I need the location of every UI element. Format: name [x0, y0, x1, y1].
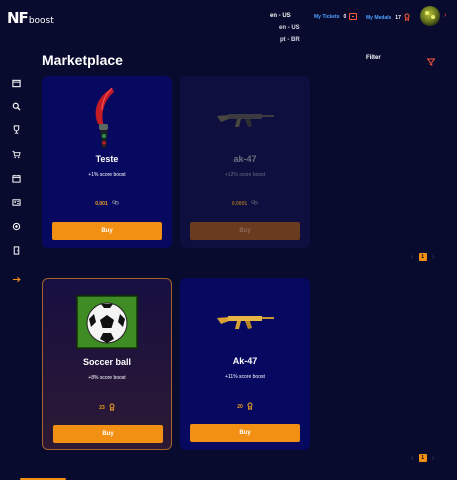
page-title: Marketplace	[42, 52, 123, 68]
link-icon	[111, 200, 119, 207]
pager-prev[interactable]: ‹	[411, 453, 414, 462]
language-option-pt[interactable]: pt - BR	[280, 37, 300, 43]
tickets-label: My Tickets	[314, 13, 340, 20]
product-image	[180, 86, 310, 152]
link-icon	[251, 200, 258, 207]
product-card-teste[interactable]: Teste +1% score boost 0.001 Buy	[42, 76, 172, 248]
calendar-icon[interactable]	[11, 173, 21, 183]
medals-label: My Medals	[366, 15, 392, 21]
user-menu-caret[interactable]: ›	[444, 12, 446, 19]
my-medals[interactable]: My Medals 17	[366, 13, 410, 23]
cart-icon[interactable]	[11, 149, 21, 159]
product-name: ak-47	[233, 154, 257, 164]
product-card-ak47[interactable]: ak-47 +12% score boost 0.0001 Buy	[180, 76, 310, 248]
my-tickets[interactable]: My Tickets 0	[314, 13, 358, 20]
door-icon[interactable]	[11, 245, 21, 255]
knife-icon	[95, 87, 114, 148]
price-value: 0.0001	[231, 200, 248, 207]
product-price: 20	[180, 402, 310, 412]
rifle-icon	[217, 114, 274, 127]
buy-button[interactable]: Buy	[53, 425, 163, 443]
language-option-en[interactable]: en - US	[279, 25, 300, 31]
product-price: 23	[43, 403, 171, 413]
logout-arrow-icon[interactable]	[11, 274, 21, 284]
buy-button[interactable]: Buy	[190, 222, 300, 240]
sidebar	[0, 70, 32, 480]
medal-icon	[109, 403, 115, 413]
window-icon[interactable]	[11, 78, 21, 88]
medal-icon	[404, 13, 410, 23]
product-boost: +11% score boost	[225, 374, 265, 380]
medals-value: 17	[395, 15, 401, 21]
soccer-ball-icon	[76, 295, 138, 349]
product-price: 0.001	[42, 200, 172, 207]
pager-prev[interactable]: ‹	[411, 252, 414, 261]
product-card-soccer-ball[interactable]: Soccer ball +8% score boost 23 Buy	[42, 278, 172, 450]
logo-sub: boost	[28, 16, 54, 26]
price-value: 20	[237, 404, 243, 410]
pager-next[interactable]: ›	[432, 252, 435, 261]
product-name: Ak-47	[232, 356, 258, 366]
medal-icon	[247, 402, 253, 412]
filter-icon[interactable]	[426, 53, 436, 71]
product-price: 0.0001	[180, 200, 310, 207]
buy-button[interactable]: Buy	[190, 424, 300, 442]
product-image	[180, 288, 310, 354]
product-card-ak47-gold[interactable]: Ak-47 +11% score boost 20 Buy	[180, 278, 310, 450]
pager-page[interactable]: 1	[418, 252, 427, 261]
tickets-value: 0	[343, 13, 347, 20]
id-card-icon[interactable]	[11, 197, 21, 207]
top-header: NF boost en - US en - US pt - BR My Tick…	[0, 0, 457, 43]
product-image	[42, 86, 172, 152]
pager-next[interactable]: ›	[432, 453, 435, 462]
ticket-icon	[349, 13, 358, 20]
product-name: Teste	[95, 154, 119, 164]
golden-rifle-icon	[217, 316, 274, 329]
pager-bottom: ‹ 1 ›	[411, 453, 434, 462]
pager-top: ‹ 1 ›	[411, 252, 434, 261]
product-boost: +1% score boost	[88, 172, 126, 178]
product-boost: +12% score boost	[224, 172, 266, 178]
product-boost: +8% score boost	[88, 375, 126, 381]
trophy-icon[interactable]	[11, 124, 21, 134]
nfboost-logo[interactable]: NF boost	[7, 9, 54, 27]
language-selector[interactable]: en - US	[270, 13, 291, 19]
product-name: Soccer ball	[82, 357, 132, 367]
price-value: 23	[99, 405, 105, 411]
product-image	[43, 289, 171, 355]
logo-main: NF	[7, 9, 29, 27]
filter-label[interactable]: Filter	[366, 55, 381, 61]
buy-button[interactable]: Buy	[52, 222, 162, 240]
target-icon[interactable]	[11, 221, 21, 231]
user-avatar[interactable]	[420, 6, 440, 26]
price-value: 0.001	[95, 200, 108, 207]
search-icon[interactable]	[11, 101, 21, 111]
pager-page[interactable]: 1	[418, 453, 427, 462]
